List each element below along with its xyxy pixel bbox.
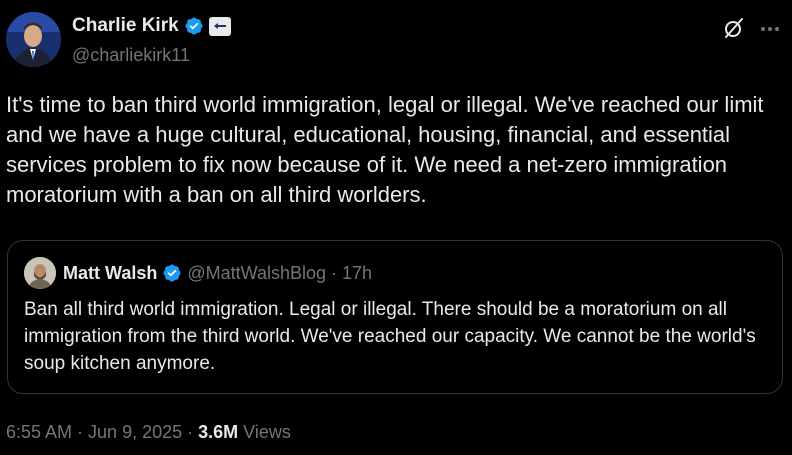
author-handle[interactable]: @charliekirk11 — [72, 45, 190, 66]
meta-separator: · — [77, 422, 84, 442]
views-stat[interactable]: 3.6M Views — [198, 422, 291, 443]
author-name-row: Charlie Kirk — [72, 14, 231, 38]
affiliation-badge-icon[interactable] — [208, 16, 231, 36]
views-count: 3.6M — [198, 422, 239, 442]
author-avatar[interactable] — [6, 12, 61, 67]
quoted-separator: · — [331, 262, 337, 283]
author-avatar-image — [6, 12, 61, 67]
quoted-tweet[interactable]: Matt Walsh @MattWalshBlog · 17h Ban all … — [7, 240, 783, 394]
quoted-display-name[interactable]: Matt Walsh — [63, 263, 157, 284]
quoted-handle[interactable]: @MattWalshBlog — [187, 263, 326, 284]
tweet-meta: 6:55 AM · Jun 9, 2025 · 3.6M Views — [6, 422, 291, 443]
tweet-time-link[interactable]: 6:55 AM — [6, 422, 72, 443]
views-label: Views — [243, 422, 291, 442]
quoted-author-avatar[interactable] — [24, 257, 56, 289]
tweet-text: It's time to ban third world immigration… — [6, 92, 764, 207]
grok-icon[interactable] — [722, 16, 746, 40]
more-icon[interactable] — [758, 14, 782, 38]
author-display-name[interactable]: Charlie Kirk — [72, 15, 179, 37]
affiliation-logo-icon — [213, 23, 226, 29]
quoted-header: Matt Walsh @MattWalshBlog · 17h — [63, 260, 372, 286]
quoted-time[interactable]: 17h — [342, 263, 372, 284]
quoted-verified-badge-icon — [163, 264, 181, 282]
quoted-avatar-image — [24, 257, 56, 289]
meta-separator: · — [187, 422, 194, 442]
tweet-date-link[interactable]: Jun 9, 2025 — [88, 422, 182, 443]
verified-badge-icon — [185, 17, 203, 35]
quoted-text: Ban all third world immigration. Legal o… — [24, 299, 756, 374]
more-dots-icon — [761, 27, 779, 31]
